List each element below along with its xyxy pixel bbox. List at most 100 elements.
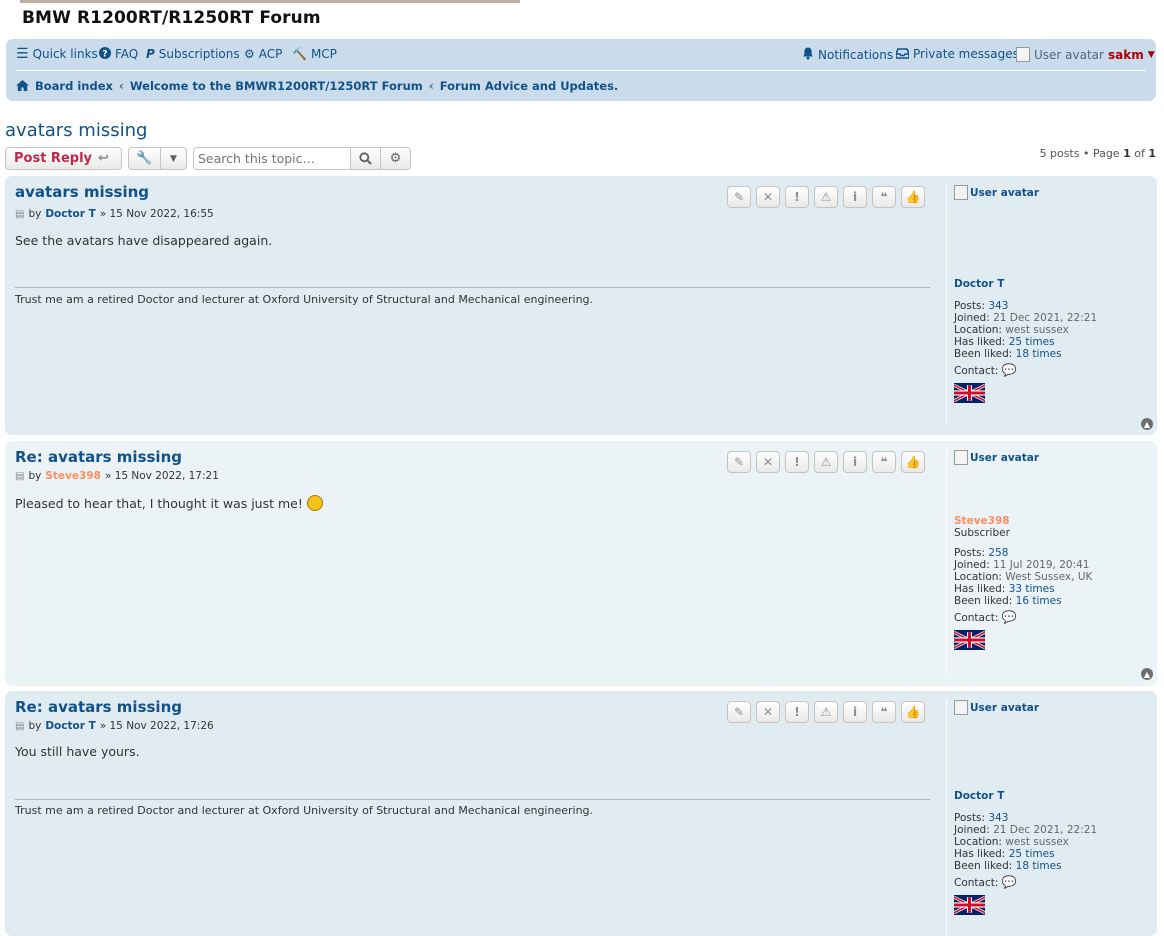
warn-button[interactable]: ! [785,701,809,723]
user-menu[interactable]: User avatar sakm ▼ [1016,47,1155,62]
warn-button[interactable]: ! [785,451,809,473]
quote-button[interactable]: ❝ [872,701,896,723]
search-button[interactable] [350,148,380,169]
cogs-icon: ⚙ [244,47,255,61]
post-reply-button[interactable]: Post Reply ↩ [5,147,122,170]
header-image-strip [20,0,520,3]
broken-image-icon [954,700,968,715]
info-button[interactable]: i [843,701,867,723]
profile-divider [946,699,947,935]
post-subject[interactable]: avatars missing [15,183,149,201]
subscriptions-link[interactable]: P Subscriptions [146,47,240,61]
post-profile: User avatar Doctor T Posts: 343 Joined: … [954,700,1097,915]
speech-bubble-icon[interactable]: 💬 [1002,875,1017,889]
profile-has-liked: Has liked: 25 times [954,848,1055,860]
avatar[interactable]: User avatar [954,450,1092,465]
post-content: Pleased to hear that, I thought it was j… [15,495,323,511]
warning-icon: ⚠ [820,190,832,204]
broken-image-icon [954,450,968,465]
post-buttons: ✎ ✕ ! ⚠ i ❝ 👍 [727,451,925,473]
quote-icon: ❝ [880,455,888,469]
reply-icon: ↩ [98,151,109,166]
uk-flag-icon [954,895,985,915]
info-icon: i [852,705,858,719]
breadcrumb-welcome-forum[interactable]: Welcome to the BMWR1200RT/1250RT Forum [130,79,423,93]
inbox-icon [895,47,910,61]
report-button[interactable]: ⚠ [814,451,838,473]
info-button[interactable]: i [843,186,867,208]
caret-down-icon: ▼ [159,148,186,169]
profile-username[interactable]: Doctor T [954,278,1097,290]
edit-button[interactable]: ✎ [727,451,751,473]
delete-button[interactable]: ✕ [756,186,780,208]
laughing-emoji-icon [306,495,323,511]
profile-username[interactable]: Steve398 [954,515,1092,527]
profile-location: Location: west sussex [954,324,1069,336]
post-author[interactable]: Steve398 [45,470,101,482]
signature-divider [15,287,930,288]
navbar: ☰ Quick links ? FAQ P Subscriptions ⚙ AC… [6,39,1156,101]
speech-bubble-icon[interactable]: 💬 [1002,610,1017,624]
wrench-icon: 🔧 [136,151,153,166]
exclamation-icon: ! [794,190,800,204]
profile-joined: Joined: 21 Dec 2021, 22:21 [954,312,1098,324]
breadcrumb-forum-advice[interactable]: Forum Advice and Updates. [440,79,619,93]
back-to-top-icon[interactable]: ▲ [1141,668,1153,680]
home-icon [16,79,29,93]
private-messages-link[interactable]: Private messages [895,47,1019,61]
faq-link[interactable]: ? FAQ [99,47,138,61]
like-button[interactable]: 👍 [901,186,925,208]
report-button[interactable]: ⚠ [814,186,838,208]
avatar[interactable]: User avatar [954,185,1097,200]
profile-contact: Contact: 💬 [954,875,1017,889]
advanced-search-button[interactable]: ⚙ [380,148,410,169]
profile-joined: Joined: 11 Jul 2019, 20:41 [954,559,1090,571]
post-signature: Trust me am a retired Doctor and lecture… [15,293,594,306]
notifications-link[interactable]: Notifications [802,47,893,62]
warn-button[interactable]: ! [785,186,809,208]
thumbs-up-icon: 👍 [905,705,921,719]
profile-rank: Subscriber [954,527,1010,539]
post-author[interactable]: Doctor T [45,720,95,732]
quote-icon: ❝ [880,705,888,719]
site-title[interactable]: BMW R1200RT/R1250RT Forum [22,8,321,28]
mcp-link[interactable]: 🔨 MCP [292,47,337,61]
post-date: » 15 Nov 2022, 16:55 [99,208,214,220]
report-button[interactable]: ⚠ [814,701,838,723]
post-byline: ▤ by Steve398 » 15 Nov 2022, 17:21 [15,470,219,482]
search-input[interactable] [194,148,350,169]
topic-tools-dropdown[interactable]: 🔧 ▼ [128,147,187,170]
post-author[interactable]: Doctor T [45,208,95,220]
profile-location: Location: west sussex [954,836,1069,848]
breadcrumb-board-index[interactable]: Board index [35,79,113,93]
quote-button[interactable]: ❝ [872,186,896,208]
profile-posts: Posts: 258 [954,547,1009,559]
search-icon [359,152,372,165]
post-byline: ▤ by Doctor T » 15 Nov 2022, 17:26 [15,720,214,732]
back-to-top-icon[interactable]: ▲ [1141,418,1153,430]
gear-icon: ⚙ [389,151,402,166]
acp-link[interactable]: ⚙ ACP [244,47,282,61]
topic-title[interactable]: avatars missing [5,120,147,141]
delete-button[interactable]: ✕ [756,701,780,723]
edit-button[interactable]: ✎ [727,701,751,723]
quote-button[interactable]: ❝ [872,451,896,473]
svg-text:?: ? [102,50,107,60]
post-profile: User avatar Doctor T Posts: 343 Joined: … [954,185,1097,403]
quote-icon: ❝ [880,190,888,204]
edit-button[interactable]: ✎ [727,186,751,208]
profile-joined: Joined: 21 Dec 2021, 22:21 [954,824,1098,836]
avatar[interactable]: User avatar [954,700,1097,715]
info-button[interactable]: i [843,451,867,473]
quick-links-menu[interactable]: ☰ Quick links [16,47,98,61]
post-subject[interactable]: Re: avatars missing [15,698,182,716]
signature-divider [15,799,930,800]
profile-username[interactable]: Doctor T [954,790,1097,802]
post-subject[interactable]: Re: avatars missing [15,448,182,466]
delete-button[interactable]: ✕ [756,451,780,473]
uk-flag-icon [954,383,985,403]
like-button[interactable]: 👍 [901,701,925,723]
like-button[interactable]: 👍 [901,451,925,473]
speech-bubble-icon[interactable]: 💬 [1002,363,1017,377]
profile-posts: Posts: 343 [954,300,1009,312]
